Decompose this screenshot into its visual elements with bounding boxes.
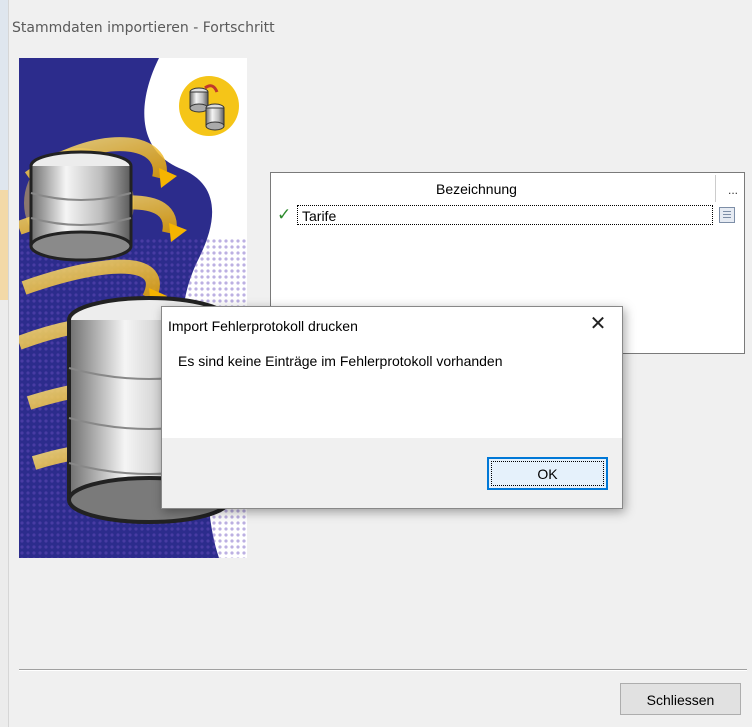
dialog-message: Es sind keine Einträge im Fehlerprotokol…	[178, 353, 503, 369]
column-divider	[715, 175, 716, 202]
background-window-edge	[0, 0, 9, 727]
error-log-dialog: Import Fehlerprotokoll drucken ✕ Es sind…	[161, 306, 623, 509]
dialog-title: Import Fehlerprotokoll drucken	[168, 318, 358, 334]
list-item-label: Tarife	[297, 205, 713, 225]
small-database-icon	[29, 150, 133, 262]
list-header: Bezeichnung ...	[271, 173, 744, 203]
import-progress-window: Stammdaten importieren - Fortschritt Bez…	[0, 0, 752, 727]
dialog-footer: OK	[162, 438, 622, 508]
close-icon[interactable]: ✕	[588, 312, 608, 336]
column-options-button[interactable]: ...	[728, 183, 738, 197]
check-icon: ✓	[277, 205, 292, 224]
document-icon[interactable]	[719, 207, 735, 223]
ok-button[interactable]: OK	[487, 457, 608, 490]
close-button[interactable]: Schliessen	[620, 683, 741, 715]
column-header-bezeichnung[interactable]: Bezeichnung	[436, 181, 517, 197]
list-item[interactable]: ✓ Tarife	[271, 204, 744, 228]
window-title: Stammdaten importieren - Fortschritt	[12, 20, 275, 36]
